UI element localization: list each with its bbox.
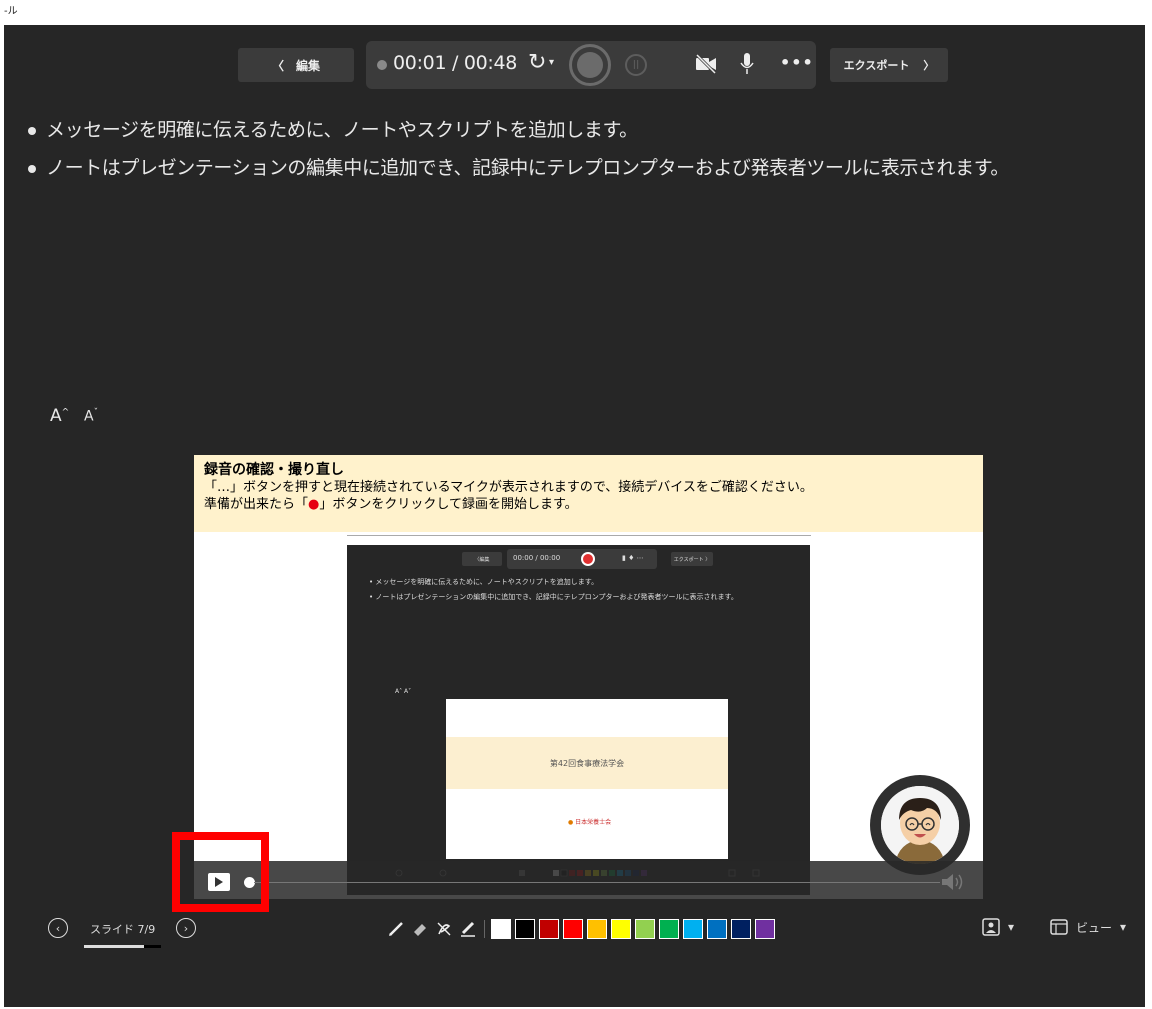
chevron-right-icon: 〉 bbox=[923, 59, 935, 72]
microphone-icon[interactable] bbox=[740, 53, 754, 79]
slide-progress-fill bbox=[84, 945, 144, 948]
recording-toolbar: 00:01 / 00:48 ↻ ▾ || ••• bbox=[366, 41, 816, 89]
recording-timer: 00:01 / 00:48 bbox=[393, 52, 518, 74]
eraser-icon[interactable] bbox=[410, 919, 430, 939]
color-dark-blue[interactable] bbox=[731, 919, 751, 939]
record-mark-icon: ● bbox=[308, 497, 320, 512]
color-green[interactable] bbox=[659, 919, 679, 939]
increase-font-button[interactable]: A^ bbox=[50, 406, 69, 426]
inner-timer: 00:00 / 00:00 bbox=[513, 554, 561, 562]
record-button[interactable] bbox=[569, 44, 611, 86]
clear-ink-icon[interactable] bbox=[434, 919, 454, 939]
volume-icon[interactable] bbox=[940, 871, 966, 897]
slide-header: 録音の確認・撮り直し 「…」ボタンを押すと現在接続されているマイクが表示されます… bbox=[194, 455, 983, 532]
recording-studio: 〈 編集 00:01 / 00:48 ↻ ▾ || ••• エクスポート 〉 メ… bbox=[4, 25, 1145, 1007]
presenter-camera-avatar bbox=[870, 775, 970, 875]
bottom-toolbar: ‹ スライド 7/9 › ▾ ビュー ▾ bbox=[4, 915, 1145, 955]
edit-button[interactable]: 〈 編集 bbox=[238, 48, 354, 82]
previous-slide-button[interactable]: ‹ bbox=[48, 918, 68, 938]
color-orange[interactable] bbox=[587, 919, 607, 939]
inner-font-controls: A˄ A˅ bbox=[395, 688, 412, 695]
inner-slide-title: 第42回食事療法学会 bbox=[446, 737, 728, 789]
retake-dropdown-caret-icon[interactable]: ▾ bbox=[549, 57, 554, 68]
inner-edit-button: 〈 編集 bbox=[462, 552, 502, 566]
inner-export-button: エクスポート 〉 bbox=[671, 552, 713, 566]
camera-off-icon[interactable] bbox=[695, 53, 717, 78]
divider bbox=[347, 535, 811, 536]
view-button[interactable]: ビュー ▾ bbox=[1050, 918, 1126, 936]
inner-slide: 第42回食事療法学会 ● 日本栄養士会 bbox=[446, 699, 728, 859]
pen-icon[interactable] bbox=[386, 919, 406, 939]
color-light-green[interactable] bbox=[635, 919, 655, 939]
chevron-left-icon: 〈 bbox=[271, 58, 284, 73]
speaker-notes[interactable]: メッセージを明確に伝えるために、ノートやスクリプトを追加します。 ノートはプレゼ… bbox=[28, 121, 1009, 197]
slide-counter: スライド 7/9 bbox=[90, 923, 156, 936]
slide-title: 録音の確認・撮り直し bbox=[204, 462, 344, 478]
inner-logo: ● 日本栄養士会 bbox=[568, 819, 612, 826]
color-light-blue[interactable] bbox=[683, 919, 703, 939]
annotation-tools bbox=[386, 915, 775, 943]
retake-icon[interactable]: ↻ bbox=[528, 50, 546, 75]
bullet-icon bbox=[28, 164, 36, 173]
color-purple[interactable] bbox=[755, 919, 775, 939]
video-controls bbox=[194, 861, 983, 899]
note-line: ノートはプレゼンテーションの編集中に追加でき、記録中にテレプロンプターおよび発表… bbox=[28, 159, 1009, 178]
inner-toolbar-icons: ▮ ♦ ⋯ bbox=[622, 554, 644, 562]
inner-record-button bbox=[581, 552, 595, 566]
note-line: メッセージを明確に伝えるために、ノートやスクリプトを追加します。 bbox=[28, 121, 1009, 140]
more-options-icon[interactable]: ••• bbox=[780, 53, 814, 72]
camera-mode-caret-icon: ▾ bbox=[1008, 920, 1015, 934]
video-progress-bar[interactable] bbox=[254, 882, 940, 883]
layout-view-icon bbox=[1050, 919, 1068, 935]
slide-text-line: 「…」ボタンを押すと現在接続されているマイクが表示されますので、接続デバイスをご… bbox=[204, 480, 813, 495]
bullet-icon bbox=[28, 126, 36, 135]
decrease-font-button[interactable]: Aˇ bbox=[84, 408, 98, 425]
play-button-highlight-box bbox=[172, 832, 269, 912]
color-blue[interactable] bbox=[707, 919, 727, 939]
color-black[interactable] bbox=[515, 919, 535, 939]
presenter-face bbox=[881, 786, 959, 864]
inner-notes: • メッセージを明確に伝えるために、ノートやスクリプトを追加します。 • ノート… bbox=[369, 578, 738, 601]
tool-separator bbox=[484, 920, 485, 938]
inner-recording-toolbar: 00:00 / 00:00 ▮ ♦ ⋯ bbox=[507, 549, 657, 569]
embedded-screenshot: 〈 編集 00:00 / 00:00 ▮ ♦ ⋯ エクスポート 〉 • メッセー… bbox=[347, 545, 810, 895]
view-caret-icon: ▾ bbox=[1120, 920, 1127, 934]
highlighter-icon[interactable] bbox=[458, 919, 478, 939]
color-dark-red[interactable] bbox=[539, 919, 559, 939]
color-red[interactable] bbox=[563, 919, 583, 939]
slide-text-line: 準備が出来たら「●」ボタンをクリックして録画を開始します。 bbox=[204, 497, 578, 512]
window-caption: -ル bbox=[4, 6, 18, 17]
presenter-view-icon bbox=[982, 918, 1000, 936]
view-label: ビュー bbox=[1076, 920, 1113, 935]
color-yellow[interactable] bbox=[611, 919, 631, 939]
edit-label: 編集 bbox=[296, 58, 321, 73]
color-white[interactable] bbox=[491, 919, 511, 939]
export-label: エクスポート bbox=[843, 59, 910, 72]
camera-mode-button[interactable]: ▾ bbox=[982, 918, 1014, 936]
pause-button[interactable]: || bbox=[625, 54, 647, 76]
slide-preview: 録音の確認・撮り直し 「…」ボタンを押すと現在接続されているマイクが表示されます… bbox=[194, 455, 983, 899]
next-slide-button[interactable]: › bbox=[176, 918, 196, 938]
export-button[interactable]: エクスポート 〉 bbox=[830, 48, 948, 82]
recording-indicator-icon bbox=[377, 60, 387, 70]
